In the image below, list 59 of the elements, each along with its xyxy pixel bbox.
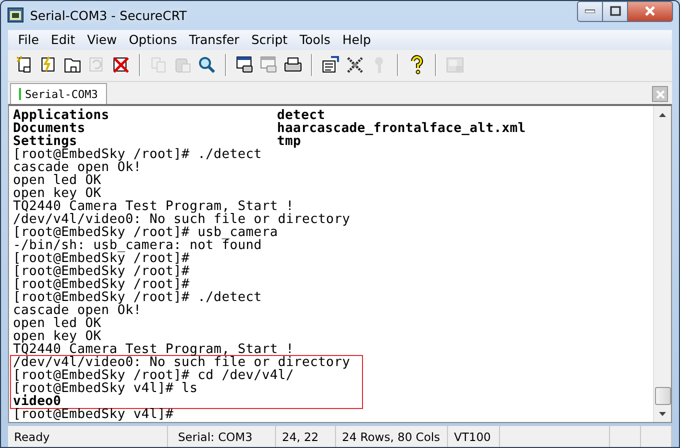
minimize-button[interactable] xyxy=(577,0,603,22)
terminal-line: /dev/v4l/video0: No such file or directory xyxy=(13,213,350,226)
listing-entry: detect xyxy=(277,109,326,122)
terminal-line: [root@EmbedSky /root]# xyxy=(13,278,190,292)
maximize-button[interactable] xyxy=(603,0,628,22)
up-arrow-icon[interactable] xyxy=(659,112,666,117)
terminal-line: open key OK xyxy=(13,330,102,344)
listing-entry: Settings xyxy=(13,135,78,148)
terminal-line: [root@EmbedSky /root]# ./detect xyxy=(13,148,262,162)
menu-item[interactable]: Help xyxy=(336,31,377,48)
terminal-line: [root@EmbedSky /root]# xyxy=(13,252,190,266)
properties-icon[interactable] xyxy=(321,55,341,76)
terminal-line: open led OK xyxy=(13,317,102,330)
window-title: Serial-COM3 - SecureCRT xyxy=(30,8,188,23)
close-tab-button[interactable] xyxy=(652,86,668,102)
menu-item[interactable]: Script xyxy=(245,31,294,48)
terminal-line: open led OK xyxy=(13,174,102,188)
status-field: Serial: COM3 xyxy=(168,426,276,447)
terminal-line: cascade open Ok! xyxy=(13,161,142,174)
close-button[interactable] xyxy=(628,0,673,22)
close-icon xyxy=(656,90,664,99)
window-printer-icon[interactable] xyxy=(235,55,255,76)
disconnect-icon[interactable] xyxy=(111,55,131,76)
status-field: VT100 xyxy=(448,426,500,447)
minimize-icon xyxy=(585,9,595,14)
menu-item[interactable]: File xyxy=(12,31,45,48)
close-icon xyxy=(644,6,656,16)
app-icon xyxy=(7,7,24,24)
down-arrow-icon[interactable] xyxy=(659,412,666,416)
terminal-line: [root@EmbedSky /root]# usb_camera xyxy=(13,226,278,240)
terminal-line: cascade open Ok! xyxy=(13,304,142,318)
menu-item[interactable]: Tools xyxy=(294,31,336,48)
menu-item[interactable]: Edit xyxy=(44,31,82,48)
terminal-line: -/bin/sh: usb_camera: not found xyxy=(13,239,262,252)
terminal-line: [root@EmbedSky v4l]# xyxy=(13,408,174,422)
terminal-line: [root@EmbedSky /root]# cd /dev/v4l/ xyxy=(13,369,294,382)
terminal-line: open key OK xyxy=(13,187,102,200)
session-tab[interactable]: Serial-COM3 xyxy=(10,83,107,104)
status-field: Ready xyxy=(8,426,168,447)
status-field: 24 Rows, 80 Cols xyxy=(336,426,448,447)
listing-entry: haarcascade_frontalface_alt.xml xyxy=(277,122,526,136)
menu-item[interactable]: View xyxy=(81,31,123,48)
listing-entry: Documents xyxy=(13,122,86,136)
maximize-icon xyxy=(610,6,620,16)
crossed-tools-icon[interactable] xyxy=(345,55,365,76)
listing-entry: Applications xyxy=(13,109,110,122)
terminal-line: [root@EmbedSky /root]# ./detect xyxy=(13,291,262,304)
terminal-line: TQ2440 Camera Test Program, Start ! xyxy=(13,343,294,356)
terminal-line: video0 xyxy=(13,395,62,408)
menu-item[interactable]: Options xyxy=(122,31,184,48)
search-icon[interactable] xyxy=(197,55,217,76)
scroll-thumb[interactable] xyxy=(654,387,670,406)
listing-entry: tmp xyxy=(277,135,302,148)
terminal-line: TQ2440 Camera Test Program, Start ! xyxy=(13,200,294,214)
terminal-line: /dev/v4l/video0: No such file or directory xyxy=(13,356,350,370)
menu-item[interactable]: Transfer xyxy=(183,31,246,48)
terminal-line: [root@EmbedSky v4l]# ls xyxy=(13,382,198,396)
terminal-line: [root@EmbedSky /root]# xyxy=(13,265,190,278)
status-field: 24, 22 xyxy=(276,426,336,447)
